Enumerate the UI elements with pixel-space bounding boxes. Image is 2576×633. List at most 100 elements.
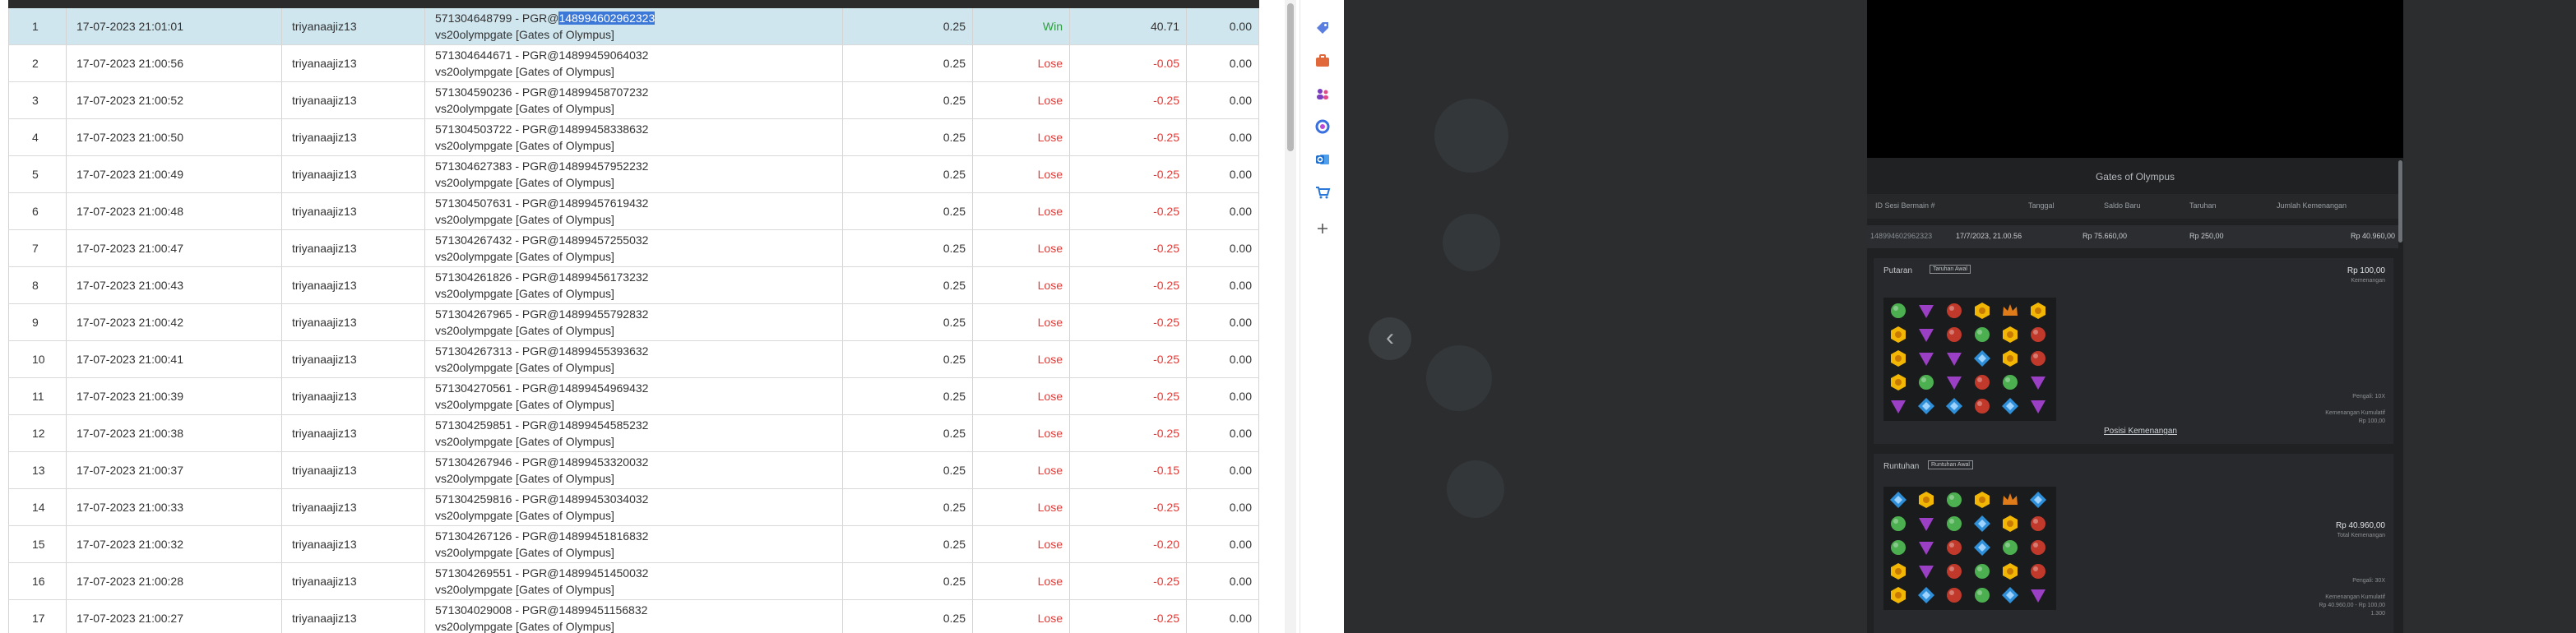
table-row[interactable]: 15 17-07-2023 21:00:32 triyanaajiz13 571… [8, 526, 1259, 563]
cell-result: Lose [972, 304, 1069, 340]
row-reference[interactable]: 571304590236 - PGR@14899458707232 [435, 85, 648, 99]
table-row[interactable]: 6 17-07-2023 21:00:48 triyanaajiz13 5713… [8, 193, 1259, 230]
scrollbar-thumb[interactable] [1287, 3, 1294, 151]
row-reference[interactable]: 571304267432 - PGR@14899457255032 [435, 233, 648, 247]
row-reference[interactable]: 571304267946 - PGR@14899453320032 [435, 455, 648, 469]
table-row[interactable]: 16 17-07-2023 21:00:28 triyanaajiz13 571… [8, 563, 1259, 600]
slot-symbol-icon [2028, 372, 2048, 392]
row-reference[interactable]: 571304259851 - PGR@14899454585232 [435, 418, 648, 432]
row-balance: 0.00 [1229, 464, 1252, 477]
row-reference[interactable]: 571304261826 - PGR@14899456173232 [435, 270, 648, 284]
table-row[interactable]: 7 17-07-2023 21:00:47 triyanaajiz13 5713… [8, 230, 1259, 267]
row-reference[interactable]: 571304267965 - PGR@14899455792832 [435, 307, 648, 321]
row-reference[interactable]: 571304270561 - PGR@14899454969432 [435, 381, 648, 395]
cell-reference[interactable]: 571304269551 - PGR@14899451450032 vs20ol… [424, 563, 842, 599]
spin-win-amount: Rp 100,00 [2347, 266, 2385, 275]
cart-icon[interactable] [1314, 184, 1331, 201]
table-row[interactable]: 4 17-07-2023 21:00:50 triyanaajiz13 5713… [8, 119, 1259, 156]
table-row[interactable]: 3 17-07-2023 21:00:52 triyanaajiz13 5713… [8, 82, 1259, 119]
table-row[interactable]: 2 17-07-2023 21:00:56 triyanaajiz13 5713… [8, 45, 1259, 82]
table-row[interactable]: 14 17-07-2023 21:00:33 triyanaajiz13 571… [8, 489, 1259, 526]
cell-reference[interactable]: 571304267126 - PGR@14899451816832 vs20ol… [424, 526, 842, 562]
initial-tumble-button[interactable]: Runtuhan Awal [1928, 460, 1973, 469]
row-balance: 0.00 [1229, 390, 1252, 403]
cell-result: Lose [972, 45, 1069, 81]
table-row[interactable]: 8 17-07-2023 21:00:43 triyanaajiz13 5713… [8, 267, 1259, 304]
cell-reference[interactable]: 571304270561 - PGR@14899454969432 vs20ol… [424, 378, 842, 414]
tag-icon[interactable] [1314, 20, 1331, 36]
row-reference[interactable]: 571304627383 - PGR@14899457952232 [435, 159, 648, 173]
table-row[interactable]: 5 17-07-2023 21:00:49 triyanaajiz13 5713… [8, 156, 1259, 193]
cell-balance: 0.00 [1186, 452, 1259, 488]
previous-button[interactable]: ‹ [1369, 317, 1411, 360]
slot-symbol-icon [2028, 490, 2048, 510]
row-reference[interactable]: 571304648799 - PGR@148994602962323 [435, 11, 656, 25]
table-row[interactable]: 17 17-07-2023 21:00:27 triyanaajiz13 571… [8, 600, 1259, 633]
cell-reference[interactable]: 571304261826 - PGR@14899456173232 vs20ol… [424, 267, 842, 303]
briefcase-icon[interactable] [1314, 53, 1331, 69]
row-result: Lose [1037, 94, 1063, 107]
row-number: 6 [32, 205, 39, 218]
row-reference[interactable]: 571304267126 - PGR@14899451816832 [435, 529, 648, 543]
row-bet: 0.25 [943, 168, 966, 181]
cell-reference[interactable]: 571304644671 - PGR@14899459064032 vs20ol… [424, 45, 842, 81]
cell-reference[interactable]: 571304259816 - PGR@14899453034032 vs20ol… [424, 489, 842, 525]
row-winloss: -0.20 [1153, 538, 1179, 551]
row-username: triyanaajiz13 [292, 427, 357, 440]
table-row[interactable]: 11 17-07-2023 21:00:39 triyanaajiz13 571… [8, 378, 1259, 415]
cell-reference[interactable]: 571304648799 - PGR@148994602962323 vs20o… [424, 8, 842, 44]
transaction-history-pane: 1 17-07-2023 21:01:01 triyanaajiz13 5713… [0, 0, 1287, 633]
cell-reference[interactable]: 571304259851 - PGR@14899454585232 vs20ol… [424, 415, 842, 451]
cell-reference[interactable]: 571304503722 - PGR@14899458338632 vs20ol… [424, 119, 842, 155]
row-reference[interactable]: 571304503722 - PGR@14899458338632 [435, 122, 648, 136]
cell-date: 17-07-2023 21:00:27 [66, 600, 281, 633]
selected-text: 148994602962323 [558, 12, 656, 25]
initial-bet-button[interactable]: Taruhan Awal [1930, 265, 1971, 274]
slot-symbol-icon [2028, 396, 2048, 416]
row-reference[interactable]: 571304644671 - PGR@14899459064032 [435, 48, 648, 62]
outlook-icon[interactable] [1314, 151, 1331, 168]
header-date: Tanggal [2028, 201, 2055, 210]
cell-reference[interactable]: 571304267313 - PGR@14899455393632 vs20ol… [424, 341, 842, 377]
plus-icon[interactable] [1314, 220, 1331, 237]
cell-user: triyanaajiz13 [281, 415, 424, 451]
table-row[interactable]: 9 17-07-2023 21:00:42 triyanaajiz13 5713… [8, 304, 1259, 341]
table-row[interactable]: 10 17-07-2023 21:00:41 triyanaajiz13 571… [8, 341, 1259, 378]
table-row[interactable]: 1 17-07-2023 21:01:01 triyanaajiz13 5713… [8, 8, 1259, 45]
slot-symbol-icon [1916, 372, 1936, 392]
slot-symbol-icon [1888, 490, 1908, 510]
cell-result: Lose [972, 82, 1069, 118]
row-reference[interactable]: 571304029008 - PGR@14899451156832 [435, 603, 647, 617]
row-reference[interactable]: 571304267313 - PGR@14899455393632 [435, 344, 648, 358]
spin-symbol-grid [1883, 298, 2056, 421]
row-number: 16 [32, 575, 45, 588]
cell-reference[interactable]: 571304507631 - PGR@14899457619432 vs20ol… [424, 193, 842, 229]
win-positions-link[interactable]: Posisi Kemenangan [2104, 427, 2177, 436]
table-row[interactable]: 12 17-07-2023 21:00:38 triyanaajiz13 571… [8, 415, 1259, 452]
cell-reference[interactable]: 571304267946 - PGR@14899453320032 vs20ol… [424, 452, 842, 488]
cell-winloss: -0.25 [1069, 600, 1186, 633]
cell-reference[interactable]: 571304627383 - PGR@14899457952232 vs20ol… [424, 156, 842, 192]
people-icon[interactable] [1314, 85, 1331, 102]
cell-bet: 0.25 [842, 304, 972, 340]
row-reference[interactable]: 571304269551 - PGR@14899451450032 [435, 566, 648, 580]
reference-prefix: 571304270561 - PGR@14899454969432 [435, 381, 649, 395]
cell-reference[interactable]: 571304590236 - PGR@14899458707232 vs20ol… [424, 82, 842, 118]
panel-scrollbar[interactable] [2398, 160, 2402, 243]
row-result: Lose [1037, 168, 1063, 181]
slot-symbol-icon [2000, 561, 2020, 581]
cell-user: triyanaajiz13 [281, 193, 424, 229]
cell-balance: 0.00 [1186, 193, 1259, 229]
row-reference[interactable]: 571304507631 - PGR@14899457619432 [435, 196, 648, 210]
copilot-icon[interactable] [1314, 118, 1331, 135]
row-winloss: -0.25 [1153, 316, 1179, 329]
cell-reference[interactable]: 571304267965 - PGR@14899455792832 vs20ol… [424, 304, 842, 340]
row-winloss: -0.25 [1153, 279, 1179, 292]
table-scrollbar[interactable] [1285, 0, 1296, 633]
header-session-id: ID Sesi Bermain # [1875, 201, 1935, 210]
row-reference[interactable]: 571304259816 - PGR@14899453034032 [435, 492, 648, 506]
cell-reference[interactable]: 571304267432 - PGR@14899457255032 vs20ol… [424, 230, 842, 266]
table-row[interactable]: 13 17-07-2023 21:00:37 triyanaajiz13 571… [8, 452, 1259, 489]
spin-label: Putaran [1883, 266, 1913, 275]
cell-reference[interactable]: 571304029008 - PGR@14899451156832 vs20ol… [424, 600, 842, 633]
